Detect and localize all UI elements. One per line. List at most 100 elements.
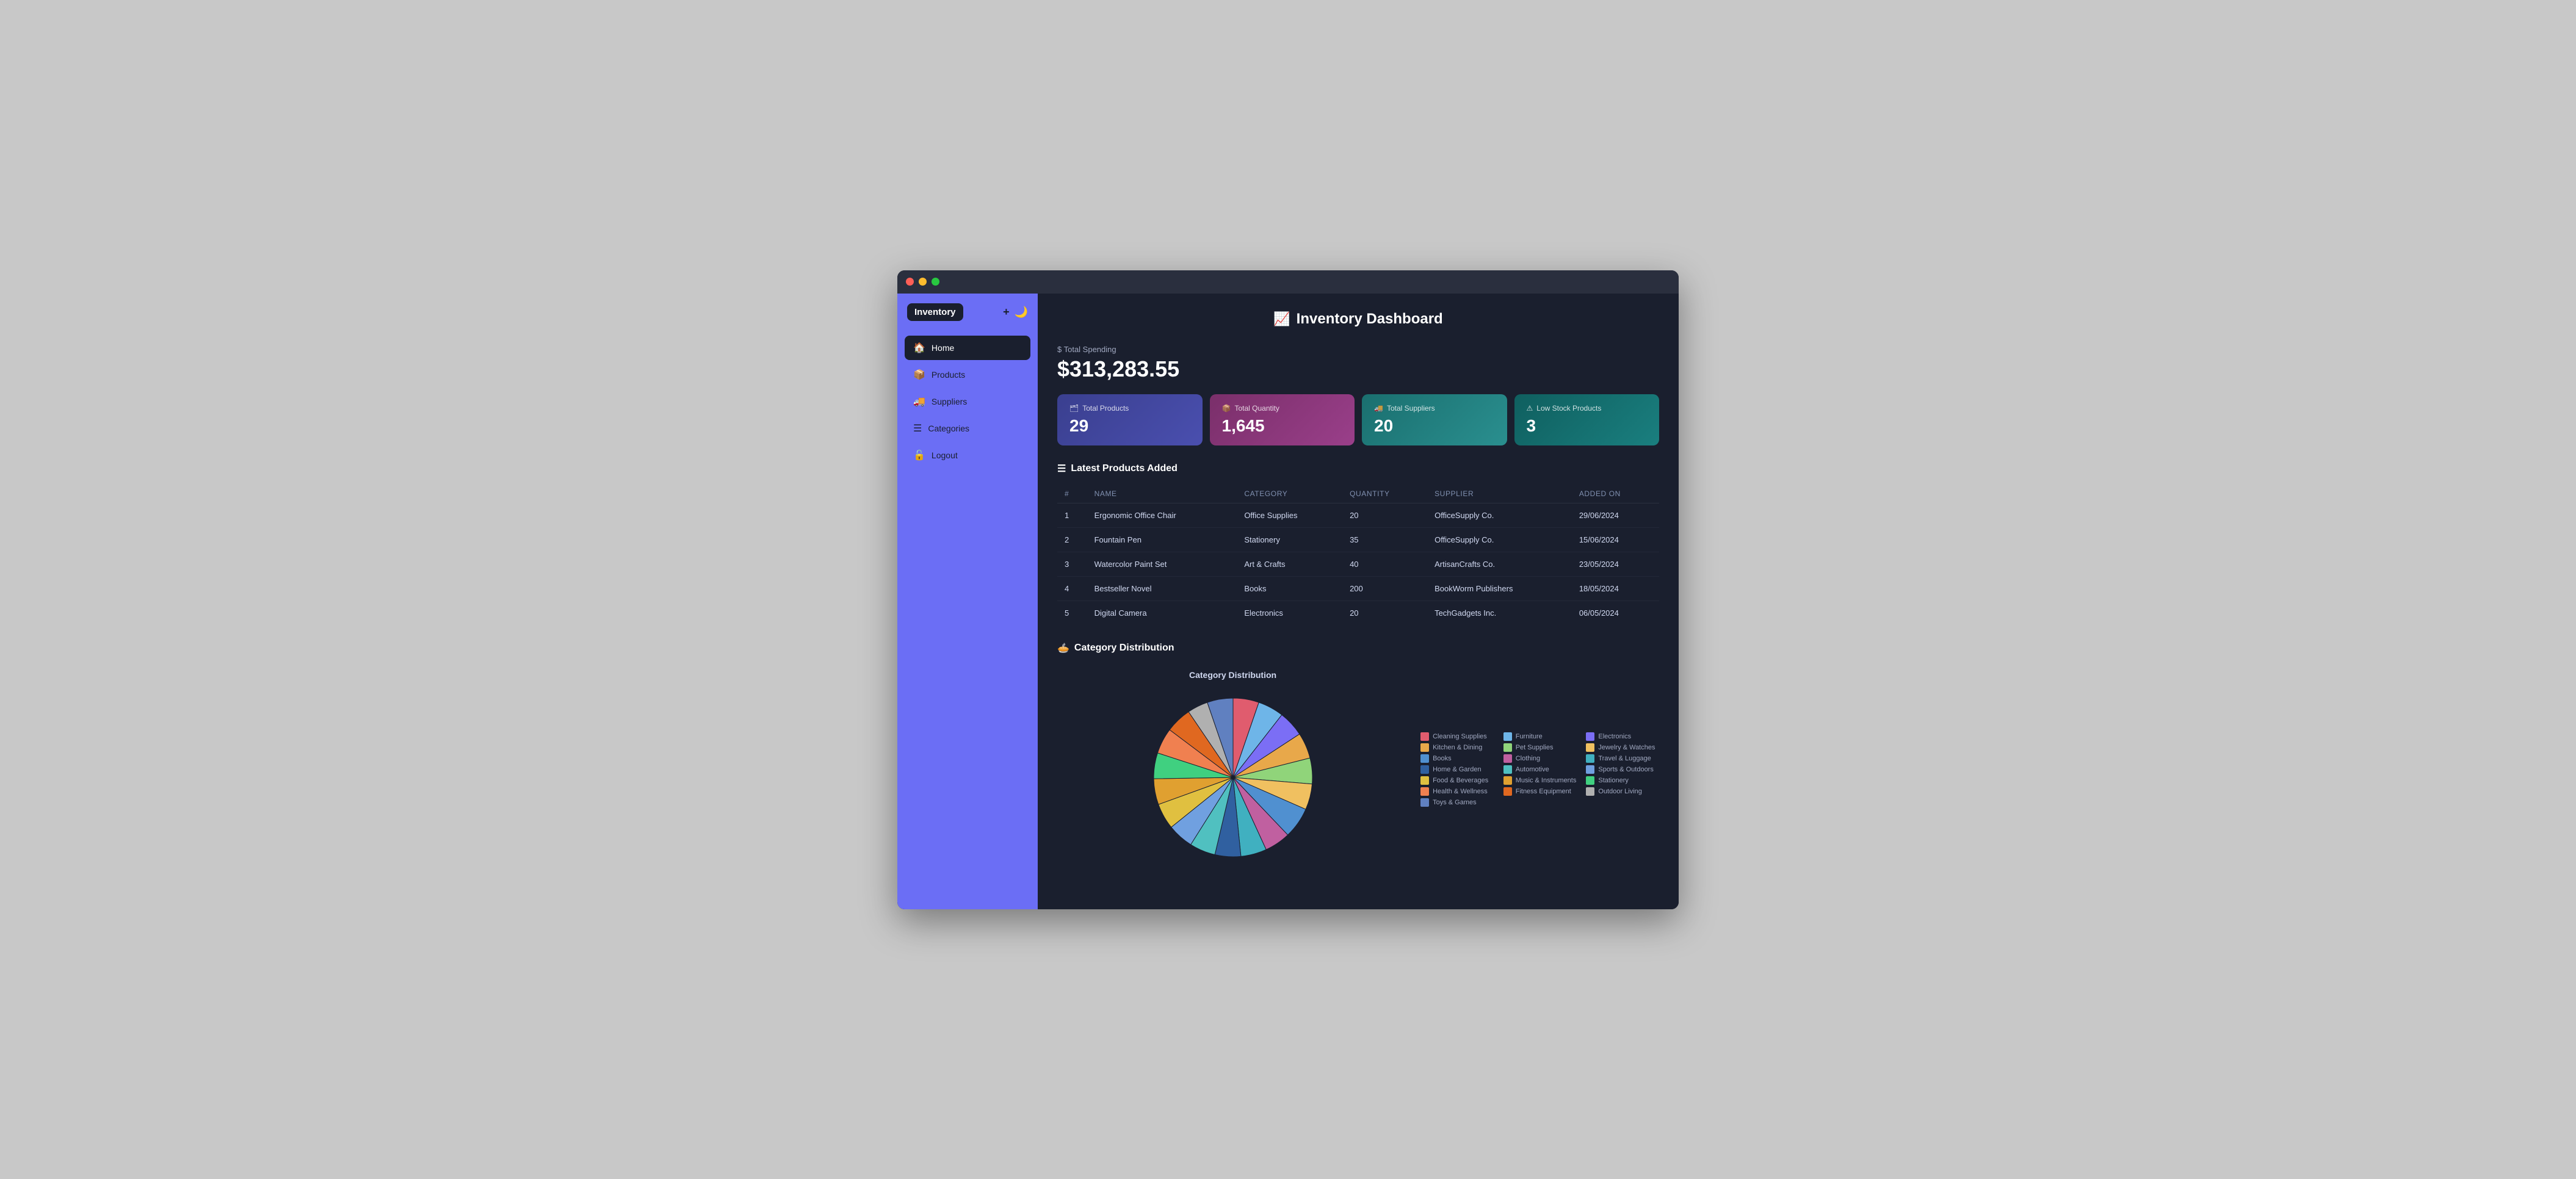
legend-color [1503, 732, 1512, 741]
cell-3: 35 [1342, 527, 1427, 552]
legend-label: Home & Garden [1433, 766, 1481, 773]
sidebar-item-suppliers[interactable]: 🚚 Suppliers [905, 389, 1030, 414]
chart-container: Category Distribution Cleaning Supplies … [1057, 664, 1659, 875]
cell-2: Books [1237, 576, 1342, 600]
sidebar-item-label-suppliers: Suppliers [932, 397, 967, 406]
chart-inner-title: Category Distribution [1189, 670, 1276, 680]
table-row: 4Bestseller NovelBooks200BookWorm Publis… [1057, 576, 1659, 600]
legend-label: Food & Beverages [1433, 777, 1488, 784]
minimize-button[interactable] [919, 278, 927, 286]
cell-1: Fountain Pen [1087, 527, 1237, 552]
legend-item-pet-supplies: Pet Supplies [1503, 743, 1577, 752]
legend-label: Books [1433, 755, 1452, 762]
dashboard-icon: 📈 [1273, 311, 1290, 327]
legend-color [1503, 787, 1512, 796]
sidebar-item-categories[interactable]: ☰ Categories [905, 416, 1030, 441]
sidebar-item-label-home: Home [932, 343, 954, 353]
sidebar-item-label-logout: Logout [932, 450, 958, 460]
cell-5: 15/06/2024 [1572, 527, 1659, 552]
legend-item-home-&-garden: Home & Garden [1420, 765, 1494, 774]
sidebar-header: Inventory + 🌙 [905, 303, 1030, 321]
cell-2: Stationery [1237, 527, 1342, 552]
legend-label: Stationery [1598, 777, 1629, 784]
legend-item-kitchen-&-dining: Kitchen & Dining [1420, 743, 1494, 752]
cell-5: 29/06/2024 [1572, 503, 1659, 527]
add-button[interactable]: + [1003, 306, 1010, 319]
legend-item-food-&-beverages: Food & Beverages [1420, 776, 1494, 785]
products-icon: 📦 [913, 369, 925, 381]
legend-color [1420, 743, 1429, 752]
cell-4: TechGadgets Inc. [1427, 600, 1572, 625]
legend-label: Electronics [1598, 733, 1631, 740]
suppliers-icon: 🚚 [913, 395, 925, 408]
legend-item-automotive: Automotive [1503, 765, 1577, 774]
cell-0: 2 [1057, 527, 1087, 552]
table-row: 2Fountain PenStationery35OfficeSupply Co… [1057, 527, 1659, 552]
legend-item-books: Books [1420, 754, 1494, 763]
total-spending-amount: $313,283.55 [1057, 356, 1659, 382]
theme-toggle-button[interactable]: 🌙 [1015, 306, 1028, 319]
cell-1: Watercolor Paint Set [1087, 552, 1237, 576]
cell-5: 23/05/2024 [1572, 552, 1659, 576]
cell-2: Electronics [1237, 600, 1342, 625]
total-spending-label: $ Total Spending [1057, 345, 1659, 354]
col-header-name: Name [1087, 485, 1237, 503]
category-distribution-title: Category Distribution [1074, 643, 1174, 654]
app-body: Inventory + 🌙 🏠 Home 📦 Products 🚚 Suppli… [897, 294, 1679, 909]
cell-2: Art & Crafts [1237, 552, 1342, 576]
total-spending-section: $ Total Spending $313,283.55 [1057, 345, 1659, 382]
sidebar-item-products[interactable]: 📦 Products [905, 362, 1030, 387]
category-distribution-header: 🥧 Category Distribution [1057, 642, 1659, 654]
pie-icon: 🥧 [1057, 642, 1069, 654]
list-icon: ☰ [1057, 463, 1066, 475]
legend-item-fitness-equipment: Fitness Equipment [1503, 787, 1577, 796]
stat-value-total-products: 29 [1069, 416, 1190, 436]
cell-3: 40 [1342, 552, 1427, 576]
sidebar-item-home[interactable]: 🏠 Home [905, 336, 1030, 360]
cell-2: Office Supplies [1237, 503, 1342, 527]
legend-item-jewelry-&-watches: Jewelry & Watches [1586, 743, 1659, 752]
legend-color [1503, 743, 1512, 752]
category-distribution-section: 🥧 Category Distribution Category Distrib… [1057, 642, 1659, 875]
legend-color [1420, 776, 1429, 785]
sidebar-header-icons: + 🌙 [1003, 306, 1028, 319]
cell-3: 20 [1342, 600, 1427, 625]
legend-color [1586, 732, 1594, 741]
cell-3: 20 [1342, 503, 1427, 527]
legend-item-travel-&-luggage: Travel & Luggage [1586, 754, 1659, 763]
sidebar-item-label-products: Products [932, 370, 965, 380]
cell-4: ArtisanCrafts Co. [1427, 552, 1572, 576]
col-header-quantity: Quantity [1342, 485, 1427, 503]
legend-color [1420, 765, 1429, 774]
cell-5: 18/05/2024 [1572, 576, 1659, 600]
legend-color [1420, 798, 1429, 807]
legend-color [1503, 765, 1512, 774]
stat-icon-total-quantity: 📦 [1222, 404, 1231, 413]
legend-label: Clothing [1516, 755, 1540, 762]
stat-icon-total-suppliers: 🚚 [1374, 404, 1383, 413]
categories-icon: ☰ [913, 422, 922, 434]
stat-label-total-suppliers: 🚚 Total Suppliers [1374, 404, 1495, 413]
maximize-button[interactable] [932, 278, 939, 286]
legend-item-clothing: Clothing [1503, 754, 1577, 763]
stat-icon-low-stock: ⚠ [1527, 404, 1533, 413]
legend-label: Jewelry & Watches [1598, 744, 1655, 751]
cell-5: 06/05/2024 [1572, 600, 1659, 625]
legend-label: Travel & Luggage [1598, 755, 1651, 762]
col-header-#: # [1057, 485, 1087, 503]
stat-value-low-stock: 3 [1527, 416, 1648, 436]
legend-item-health-&-wellness: Health & Wellness [1420, 787, 1494, 796]
legend-color [1586, 743, 1594, 752]
legend-item-electronics: Electronics [1586, 732, 1659, 741]
stat-card-total-quantity: 📦 Total Quantity 1,645 [1210, 394, 1355, 445]
sidebar-item-logout[interactable]: 🔓 Logout [905, 443, 1030, 467]
logout-icon: 🔓 [913, 449, 925, 461]
legend-color [1420, 732, 1429, 741]
products-table: #NameCategoryQuantitySupplierAdded On1Er… [1057, 485, 1659, 625]
cell-0: 3 [1057, 552, 1087, 576]
close-button[interactable] [906, 278, 914, 286]
stat-icon-total-products: 🗂 [1069, 404, 1079, 413]
legend-label: Fitness Equipment [1516, 788, 1571, 795]
legend-color [1503, 754, 1512, 763]
col-header-category: Category [1237, 485, 1342, 503]
